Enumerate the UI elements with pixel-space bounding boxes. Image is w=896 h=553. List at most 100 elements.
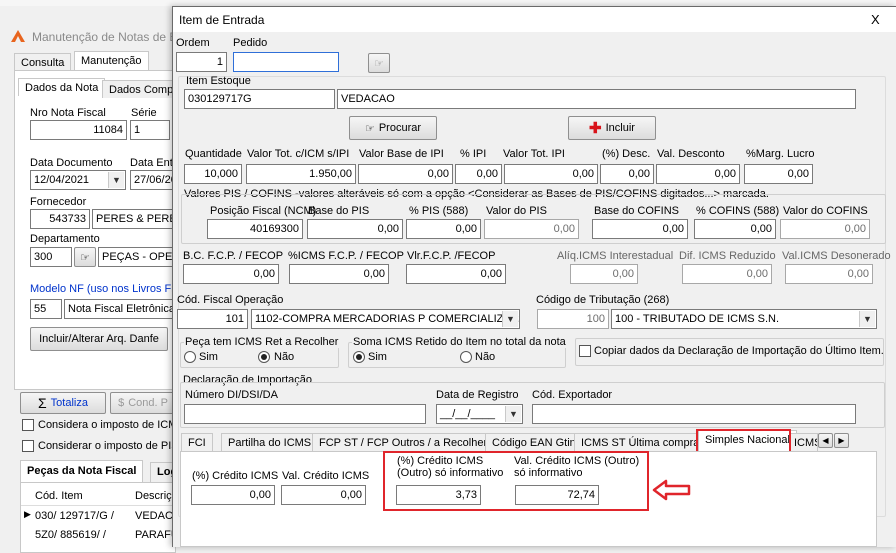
cod-exportador-label: Cód. Exportador [532, 389, 613, 401]
dollar-icon: $ [118, 397, 125, 409]
tab-manutencao[interactable]: Manutenção [74, 51, 149, 71]
vlr-fcp-field[interactable]: 0,00 [406, 264, 506, 284]
item-desc-field[interactable]: VEDACAO [337, 89, 856, 109]
cond-pagamento-button[interactable]: $ Cond. P [110, 392, 176, 414]
cst-label: Código de Tributação (268) [536, 294, 670, 306]
base-pis-field[interactable]: 0,00 [307, 219, 403, 239]
peca-ret-sim-label: Sim [199, 351, 218, 363]
pedido-label: Pedido [233, 37, 268, 49]
valor-pis-label: Valor do PIS [486, 205, 547, 217]
copiar-label: Copiar dados da Declaração de Importação… [594, 345, 884, 357]
bc-fcp-field[interactable]: 0,00 [183, 264, 279, 284]
ordem-field[interactable]: 1 [176, 52, 227, 72]
tab-pecas-nota-fiscal[interactable]: Peças da Nota Fiscal [20, 460, 144, 482]
numero-di-field[interactable] [184, 404, 426, 424]
data-documento-field[interactable]: 12/04/2021 ▼ [30, 170, 126, 190]
percent-ipi-field[interactable]: 0,00 [455, 164, 502, 184]
modelo-name-field[interactable]: Nota Fiscal Eletrônica [64, 299, 176, 319]
incluir-danfe-button[interactable]: Incluir/Alterar Arq. Danfe [30, 327, 168, 351]
percent-icms-fcp-label: %ICMS F.C.P. / FECOP [288, 250, 404, 262]
cfop-code-field[interactable]: 101 [177, 309, 248, 329]
tab-consulta[interactable]: Consulta [14, 53, 72, 71]
percent-credito-outro-field[interactable]: 3,73 [396, 485, 481, 505]
departamento-code-field[interactable]: 300 [30, 247, 72, 267]
peca-ret-nao-radio[interactable] [258, 351, 270, 363]
dif-icms-reduzido-label: Dif. ICMS Reduzido [679, 250, 776, 262]
tab-icms[interactable]: ICMS [790, 433, 818, 451]
tab-icms-st-ultima[interactable]: ICMS ST Última compra [574, 433, 707, 451]
tab-scroll-right-icon[interactable]: ▶ [834, 433, 849, 448]
dialog-title: Item de Entrada [179, 13, 265, 27]
departamento-label: Departamento [30, 233, 100, 245]
totaliza-button[interactable]: Σ Totaliza [20, 392, 106, 414]
simples-nacional-highlight [696, 429, 791, 453]
percent-credito-icms-field[interactable]: 0,00 [191, 485, 275, 505]
departamento-search-button[interactable]: ☞ [74, 247, 96, 267]
chevron-down-icon[interactable]: ▼ [505, 406, 521, 422]
percent-pis-field[interactable]: 0,00 [406, 219, 481, 239]
cst-code-field: 100 [537, 309, 609, 329]
ordem-label: Ordem [176, 37, 210, 49]
valor-total-field[interactable]: 1.950,00 [246, 164, 356, 184]
modelo-nf-label: Modelo NF (uso nos Livros Fisc [30, 283, 185, 295]
nro-nota-field[interactable]: 11084 [30, 120, 127, 140]
procurar-button[interactable]: ☞ Procurar [349, 116, 437, 140]
app-logo-icon [10, 29, 26, 43]
fornecedor-name-field[interactable]: PERES & PERES C [92, 209, 176, 229]
cfop-desc: 1102-COMPRA MERCADORIAS P COMERCIALIZAÇÃ [255, 313, 520, 325]
tab-scroll-left-icon[interactable]: ◀ [818, 433, 833, 448]
cst-select[interactable]: 100 - TRIBUTADO DE ICMS S.N. ▼ [611, 309, 877, 329]
table-row[interactable]: 030/ 129717/G / VEDACA [21, 507, 180, 525]
marg-lucro-field[interactable]: 0,00 [744, 164, 813, 184]
considera-icms-checkbox[interactable] [22, 419, 34, 431]
main-window-title: Manutenção de Notas de E [32, 30, 178, 44]
departamento-name-field[interactable]: PEÇAS - OPER [98, 247, 176, 267]
chevron-down-icon[interactable]: ▼ [108, 172, 124, 188]
percent-cofins-field[interactable]: 0,00 [694, 219, 776, 239]
tab-partilha-icms[interactable]: Partilha do ICMS [221, 433, 319, 451]
tab-codigo-ean[interactable]: Código EAN Gtin [485, 433, 583, 451]
pedido-field[interactable] [233, 52, 339, 72]
base-cofins-field[interactable]: 0,00 [592, 219, 688, 239]
percent-icms-fcp-field[interactable]: 0,00 [289, 264, 389, 284]
percent-cofins-label: % COFINS (588) [696, 205, 780, 217]
chevron-down-icon[interactable]: ▼ [502, 311, 518, 327]
cfop-select[interactable]: 1102-COMPRA MERCADORIAS P COMERCIALIZAÇÃ… [251, 309, 520, 329]
tab-dados-da-nota[interactable]: Dados da Nota [18, 78, 106, 96]
table-row[interactable]: 5Z0/ 885619/ / PARAFU [21, 526, 179, 544]
val-desconto-field[interactable]: 0,00 [656, 164, 740, 184]
tab-fci[interactable]: FCI [181, 433, 213, 451]
quantidade-label: Quantidade [185, 148, 242, 160]
data-registro-field[interactable]: __/__/____ ▼ [436, 404, 523, 424]
close-icon[interactable]: X [871, 12, 880, 27]
modelo-code-field[interactable]: 55 [30, 299, 62, 319]
considerar-pis-checkbox[interactable] [22, 440, 34, 452]
serie-field[interactable]: 1 [130, 120, 170, 140]
copiar-checkbox[interactable] [579, 345, 591, 357]
soma-icms-sim-radio[interactable] [353, 351, 365, 363]
val-credito-icms-label: Val. Crédito ICMS [282, 470, 370, 482]
chevron-down-icon[interactable]: ▼ [859, 311, 875, 327]
fornecedor-code-field[interactable]: 543733 [30, 209, 90, 229]
percent-desc-field[interactable]: 0,00 [600, 164, 654, 184]
cod-exportador-field[interactable] [532, 404, 856, 424]
percent-ipi-label: % IPI [460, 148, 487, 160]
aliq-icms-interestadual-field: 0,00 [570, 264, 638, 284]
quantidade-field[interactable]: 10,000 [184, 164, 242, 184]
pointing-hand-icon: ☞ [364, 122, 375, 135]
soma-icms-nao-radio[interactable] [460, 351, 472, 363]
considerar-pis-label: Considerar o imposto de PIS [38, 440, 179, 452]
pedido-search-button[interactable]: ☞ [368, 53, 390, 73]
tab-fcp-st[interactable]: FCP ST / FCP Outros / a Recolher [312, 433, 495, 451]
valor-base-ipi-field[interactable]: 0,00 [358, 164, 453, 184]
valor-total-ipi-field[interactable]: 0,00 [504, 164, 598, 184]
item-code-field[interactable]: 030129717G [184, 89, 335, 109]
incluir-button[interactable]: ✚ Incluir [568, 116, 656, 140]
val-credito-icms-field[interactable]: 0,00 [281, 485, 366, 505]
data-entrada-field[interactable]: 27/06/20 [130, 170, 176, 190]
dif-icms-reduzido-field: 0,00 [682, 264, 772, 284]
val-credito-outro-field[interactable]: 72,74 [515, 485, 599, 505]
peca-ret-sim-radio[interactable] [184, 351, 196, 363]
ncm-field[interactable]: 40169300 [207, 219, 303, 239]
data-registro-label: Data de Registro [436, 389, 519, 401]
